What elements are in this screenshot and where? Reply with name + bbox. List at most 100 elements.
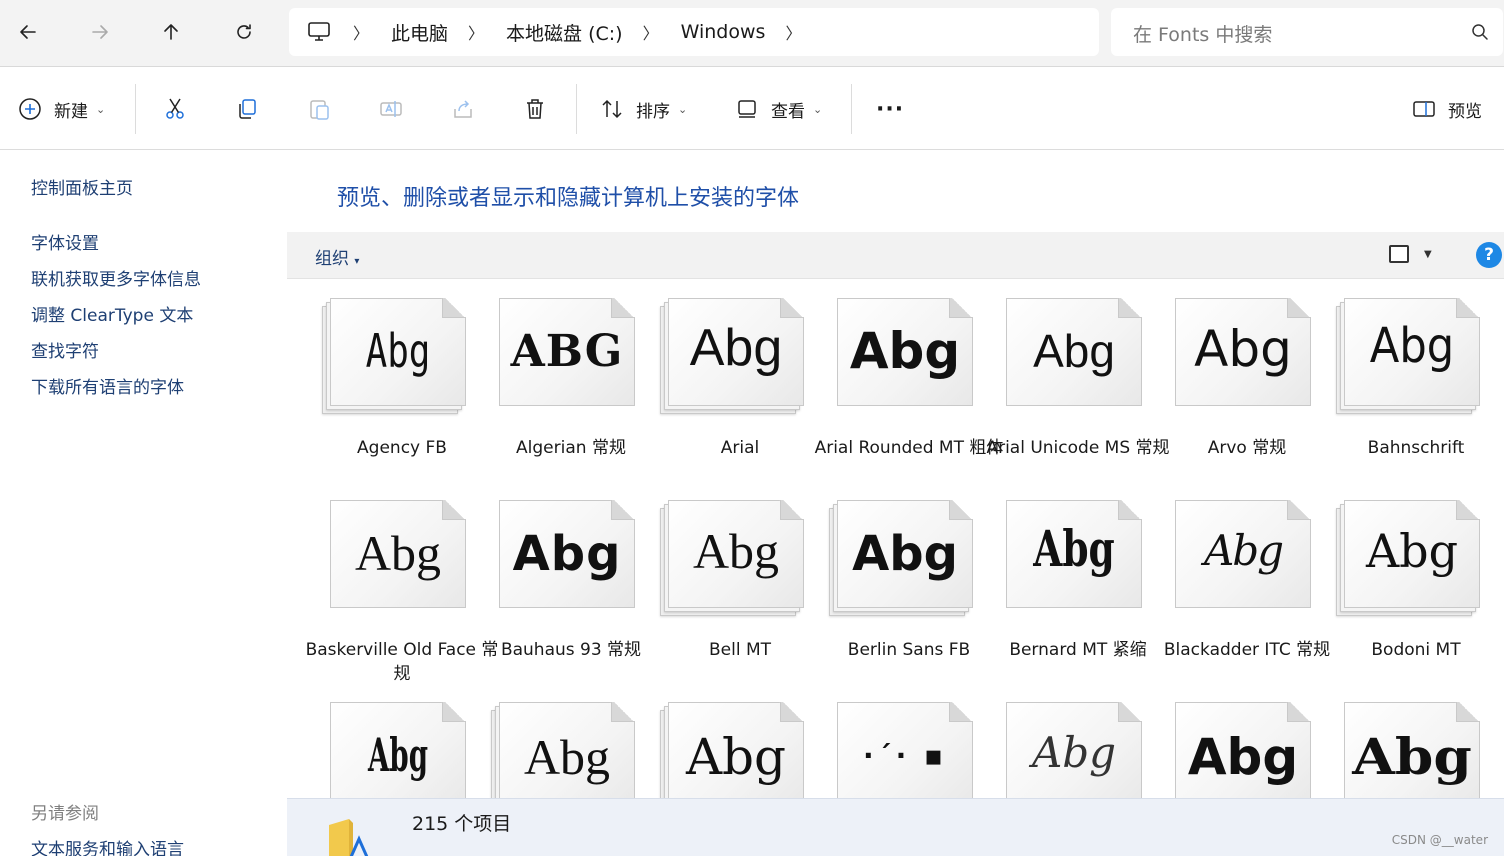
copy-icon: [239, 99, 256, 119]
font-tile-arial-unicode[interactable]: Abg Arial Unicode MS 常规: [977, 280, 1170, 480]
computer-icon: [308, 22, 330, 41]
crumb-this-pc[interactable]: 此电脑: [391, 19, 448, 46]
font-file-icon: Abg: [322, 702, 466, 798]
preview-label: 预览: [1448, 101, 1482, 122]
font-sample: Abg: [1031, 728, 1117, 777]
cleartype-link[interactable]: 调整 ClearType 文本: [31, 301, 193, 326]
font-sample: Abg: [685, 728, 787, 786]
search-icon: [1472, 24, 1488, 40]
font-tile-arial-rounded[interactable]: Abg Arial Rounded MT 粗体: [808, 280, 1003, 480]
crumb-local-disk[interactable]: 本地磁盘 (C:): [506, 19, 623, 46]
font-sample: Abg: [1187, 728, 1299, 786]
font-tile-baskerville[interactable]: Abg Baskerville Old Face 常规: [301, 482, 498, 684]
text-services-link[interactable]: 文本服务和输入语言: [31, 835, 184, 856]
control-panel-home-link[interactable]: 控制面板主页: [31, 174, 133, 199]
font-sample: Abg: [1194, 320, 1292, 378]
font-grid: Abg Agency FB ABG Algerian 常规 Abg Arial …: [287, 280, 1504, 798]
organize-button[interactable]: 组织 ▾: [315, 244, 359, 269]
cut-button[interactable]: [163, 90, 187, 128]
command-bar: 新建 ⌄ 排序 ⌄ 查看 ⌄ ··· 预览: [0, 68, 1504, 150]
view-label: 查看: [771, 101, 805, 122]
font-tile-arvo[interactable]: Abg Arvo 常规: [1146, 280, 1311, 480]
font-sample: Abg: [852, 526, 958, 582]
font-sample: Abg: [512, 526, 622, 582]
font-tile-bauhaus[interactable]: Abg Bauhaus 93 常规: [470, 482, 641, 682]
plus-circle-icon: [19, 98, 41, 120]
font-tile[interactable]: Abg: [1146, 684, 1311, 798]
view-button[interactable]: 查看 ⌄: [735, 90, 822, 128]
font-file-icon: ·ˊ· ▪: [829, 702, 973, 798]
font-sample: ABG: [510, 326, 624, 377]
refresh-icon: [237, 24, 251, 39]
font-file-icon: Abg: [829, 500, 973, 618]
download-fonts-link[interactable]: 下载所有语言的字体: [31, 373, 184, 398]
forward-button[interactable]: [82, 14, 118, 50]
font-tile-agency-fb[interactable]: Abg Agency FB: [301, 280, 466, 480]
font-file-icon: Abg: [660, 702, 804, 798]
view-icon: [738, 100, 756, 118]
font-tile-blackadder[interactable]: Abg Blackadder ITC 常规: [1146, 482, 1330, 682]
font-tile[interactable]: Abg: [1315, 684, 1480, 798]
copy-button[interactable]: [235, 90, 259, 128]
font-file-icon: Abg: [1336, 500, 1480, 618]
online-font-info-link[interactable]: 联机获取更多字体信息: [31, 265, 201, 290]
font-tile[interactable]: ·ˊ· ▪: [808, 684, 973, 798]
find-character-link[interactable]: 查找字符: [31, 337, 99, 362]
refresh-button[interactable]: [226, 14, 262, 50]
font-tile[interactable]: Abg: [639, 684, 804, 798]
divider: [851, 84, 852, 134]
font-tile[interactable]: Abg: [977, 684, 1142, 798]
font-tile-algerian[interactable]: ABG Algerian 常规: [470, 280, 635, 480]
font-name: Bodoni MT: [1371, 640, 1461, 660]
chevron-right-icon: 〉: [642, 24, 659, 43]
organize-label: 组织: [315, 249, 349, 269]
trash-icon: [527, 99, 543, 119]
back-button[interactable]: [10, 14, 46, 50]
font-tile-bodoni[interactable]: Abg Bodoni MT: [1315, 482, 1480, 682]
sort-button[interactable]: 排序 ⌄: [600, 90, 687, 128]
font-tile-berlin-sans[interactable]: Abg Berlin Sans FB: [808, 482, 973, 682]
paste-button[interactable]: [307, 90, 331, 128]
caret-down-icon[interactable]: ▼: [1424, 249, 1432, 260]
share-button[interactable]: [451, 90, 475, 128]
font-sample: Abg: [1365, 524, 1459, 578]
scissors-icon: [166, 98, 184, 119]
status-bar: 215 个项目 CSDN @__water: [287, 798, 1504, 856]
chevron-down-icon: ⌄: [813, 102, 823, 116]
font-tile-bernard-mt[interactable]: Abg Bernard MT 紧缩: [977, 482, 1147, 682]
font-tile-bell-mt[interactable]: Abg Bell MT: [639, 482, 804, 682]
delete-button[interactable]: [523, 90, 547, 128]
font-tile-arial[interactable]: Abg Arial: [639, 280, 804, 480]
change-view-button[interactable]: [1389, 245, 1409, 263]
font-file-icon: Abg: [1167, 298, 1311, 416]
rename-button[interactable]: [379, 90, 403, 128]
up-button[interactable]: [153, 14, 189, 50]
font-tile[interactable]: Abg: [470, 684, 635, 798]
address-row: 〉 此电脑 〉 本地磁盘 (C:) 〉 Windows 〉 在 Fonts 中搜…: [0, 0, 1504, 67]
font-file-icon: Abg: [491, 500, 635, 618]
divider: [135, 84, 136, 134]
font-file-icon: Abg: [1336, 702, 1480, 798]
font-file-icon: Abg: [322, 500, 466, 618]
search-input[interactable]: 在 Fonts 中搜索: [1111, 8, 1503, 56]
font-sample: Abg: [1352, 727, 1472, 786]
caret-down-icon: ▾: [354, 256, 360, 267]
more-button[interactable]: ···: [876, 90, 904, 128]
new-button[interactable]: 新建 ⌄: [18, 90, 105, 128]
sort-label: 排序: [636, 101, 670, 122]
font-sample: Abg: [692, 523, 780, 579]
chevron-right-icon[interactable]: 〉: [785, 20, 801, 44]
font-sample: ·ˊ· ▪: [863, 739, 947, 772]
arrow-up-icon: [164, 24, 178, 40]
preview-button[interactable]: 预览: [1412, 90, 1482, 128]
font-sample: Abg: [365, 324, 431, 378]
font-tile-bahnschrift[interactable]: Abg Bahnschrift: [1315, 280, 1480, 480]
font-tile[interactable]: Abg: [301, 684, 466, 798]
breadcrumb[interactable]: 〉 此电脑 〉 本地磁盘 (C:) 〉 Windows 〉: [289, 8, 1099, 56]
help-button[interactable]: ?: [1476, 242, 1502, 268]
font-file-icon: ABG: [491, 298, 635, 416]
font-file-icon: Abg: [491, 702, 635, 798]
crumb-windows[interactable]: Windows: [681, 21, 766, 43]
font-settings-link[interactable]: 字体设置: [31, 229, 99, 254]
chevron-right-icon: 〉: [353, 24, 370, 43]
